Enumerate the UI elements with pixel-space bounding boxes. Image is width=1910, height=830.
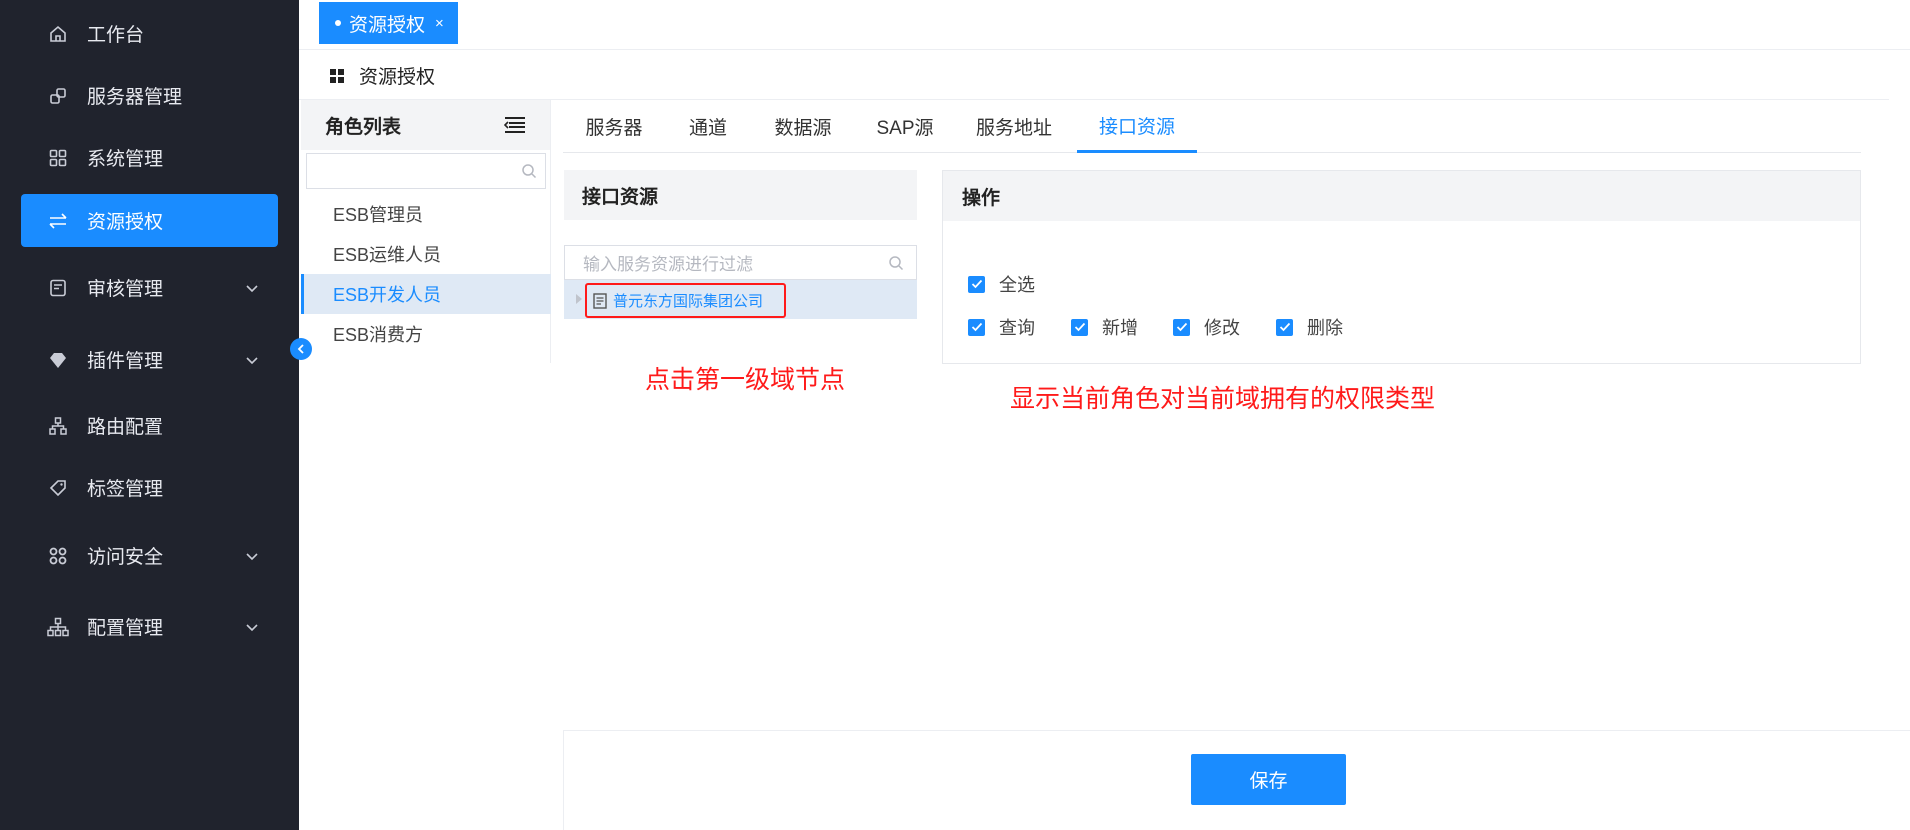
permission-label: 新增 — [1102, 318, 1138, 338]
select-all-checkbox[interactable]: 全选 — [968, 271, 1035, 297]
tree-node-domain[interactable]: 普元东方国际集团公司 — [585, 283, 786, 318]
open-tabs-bar: 资源授权 × — [299, 0, 1910, 50]
active-dot-icon — [335, 20, 341, 26]
audit-icon — [47, 277, 69, 299]
permission-label: 修改 — [1204, 318, 1240, 338]
tab-service-address[interactable]: 服务地址 — [955, 100, 1073, 153]
role-list-header: 角色列表 — [301, 100, 550, 150]
checkmark-icon — [1173, 318, 1190, 336]
open-tab-label: 资源授权 — [349, 14, 426, 36]
role-item-esb-consumer[interactable]: ESB消费方 — [301, 314, 551, 354]
search-icon — [889, 256, 904, 271]
apps-icon — [47, 545, 69, 567]
sidebar-item-label: 标签管理 — [87, 479, 164, 500]
menu-fold-icon[interactable] — [504, 116, 526, 134]
close-tab-icon[interactable]: × — [435, 15, 444, 32]
tag-icon — [47, 477, 69, 499]
page-header: 资源授权 — [299, 52, 1889, 100]
app-root: 工作台 服务器管理 系统管理 资源授权 审核管理 插件管理 路由配置 标签管理 … — [0, 0, 1910, 830]
annotation-left: 点击第一级域节点 — [645, 366, 846, 394]
diamond-icon — [47, 349, 69, 371]
caret-right-icon[interactable] — [576, 294, 582, 304]
sitemap-icon — [47, 616, 69, 638]
checkmark-icon — [1276, 318, 1293, 336]
chevron-down-icon — [246, 623, 258, 631]
permission-add-checkbox[interactable]: 新增 — [1071, 314, 1138, 340]
sidebar-item-resource-authorization[interactable]: 资源授权 — [21, 194, 278, 247]
role-list-title: 角色列表 — [325, 116, 402, 138]
sidebar-item-label: 访问安全 — [87, 547, 164, 568]
filter-placeholder: 输入服务资源进行过滤 — [583, 255, 753, 274]
save-button[interactable]: 保存 — [1191, 754, 1346, 805]
home-icon — [47, 23, 69, 45]
dashboard-icon — [330, 68, 344, 83]
document-icon — [593, 292, 607, 309]
permission-delete-checkbox[interactable]: 删除 — [1276, 314, 1343, 340]
tab-server[interactable]: 服务器 — [563, 100, 665, 153]
operation-header: 操作 — [943, 171, 1860, 221]
tab-interface-resource[interactable]: 接口资源 — [1077, 100, 1197, 153]
tab-sap-source[interactable]: SAP源 — [855, 100, 955, 153]
checkmark-icon — [968, 318, 985, 336]
annotation-right: 显示当前角色对当前域拥有的权限类型 — [1010, 385, 1436, 413]
sidebar-item-tag-management[interactable]: 标签管理 — [21, 461, 278, 514]
permission-edit-checkbox[interactable]: 修改 — [1173, 314, 1240, 340]
sidebar-item-workbench[interactable]: 工作台 — [21, 7, 278, 60]
tab-channel[interactable]: 通道 — [665, 100, 751, 153]
sidebar-item-config-management[interactable]: 配置管理 — [21, 600, 278, 653]
open-tab-resource-authorization[interactable]: 资源授权 × — [319, 2, 458, 44]
tree-node-label: 普元东方国际集团公司 — [613, 293, 764, 310]
chevron-left-icon — [297, 344, 304, 354]
chevron-down-icon — [246, 356, 258, 364]
sidebar-item-label: 审核管理 — [87, 279, 164, 300]
checkmark-icon — [1071, 318, 1088, 336]
sidebar-item-audit-management[interactable]: 审核管理 — [21, 261, 278, 314]
interface-resource-header: 接口资源 — [564, 170, 917, 220]
role-item-esb-admin[interactable]: ESB管理员 — [301, 194, 551, 234]
sidebar-item-label: 工作台 — [87, 25, 145, 46]
sidebar-item-plugin-management[interactable]: 插件管理 — [21, 333, 278, 386]
sidebar-item-label: 服务器管理 — [87, 87, 183, 108]
swap-icon — [47, 210, 69, 232]
permission-label: 查询 — [999, 318, 1035, 338]
tree-row: 普元东方国际集团公司 — [564, 280, 917, 319]
sidebar-item-server-management[interactable]: 服务器管理 — [21, 69, 278, 122]
permission-query-checkbox[interactable]: 查询 — [968, 314, 1035, 340]
resource-tabs: 服务器 通道 数据源 SAP源 服务地址 接口资源 — [563, 100, 1861, 153]
chevron-down-icon — [246, 552, 258, 560]
grid-icon — [47, 147, 69, 169]
permission-label: 删除 — [1307, 318, 1343, 338]
route-tree-icon — [47, 415, 69, 437]
operation-panel: 操作 全选 查询 新增 修改 删除 — [942, 170, 1861, 364]
sidebar-item-label: 配置管理 — [87, 618, 164, 639]
sidebar-item-label: 系统管理 — [87, 149, 164, 170]
role-item-esb-developer[interactable]: ESB开发人员 — [301, 274, 551, 314]
sidebar-item-system-management[interactable]: 系统管理 — [21, 131, 278, 184]
role-list-panel: 角色列表 ESB管理员 ESB运维人员 ESB开发人员 ESB消费方 — [301, 100, 551, 363]
sidebar-item-route-config[interactable]: 路由配置 — [21, 399, 278, 452]
sidebar-item-label: 插件管理 — [87, 351, 164, 372]
sidebar-item-access-security[interactable]: 访问安全 — [21, 529, 278, 582]
page-title: 资源授权 — [359, 67, 436, 88]
resource-filter-input[interactable]: 输入服务资源进行过滤 — [564, 245, 917, 280]
checkmark-icon — [968, 275, 985, 293]
tab-datasource[interactable]: 数据源 — [751, 100, 855, 153]
role-item-esb-ops[interactable]: ESB运维人员 — [301, 234, 551, 274]
server-icon — [47, 85, 69, 107]
role-search-input[interactable] — [306, 153, 546, 189]
sidebar-collapse-button[interactable] — [290, 338, 312, 360]
sidebar-item-label: 资源授权 — [87, 212, 164, 233]
sidebar-item-label: 路由配置 — [87, 417, 164, 438]
search-icon — [522, 164, 537, 179]
chevron-down-icon — [246, 284, 258, 292]
select-all-label: 全选 — [999, 275, 1035, 295]
sidebar: 工作台 服务器管理 系统管理 资源授权 审核管理 插件管理 路由配置 标签管理 … — [0, 0, 299, 830]
